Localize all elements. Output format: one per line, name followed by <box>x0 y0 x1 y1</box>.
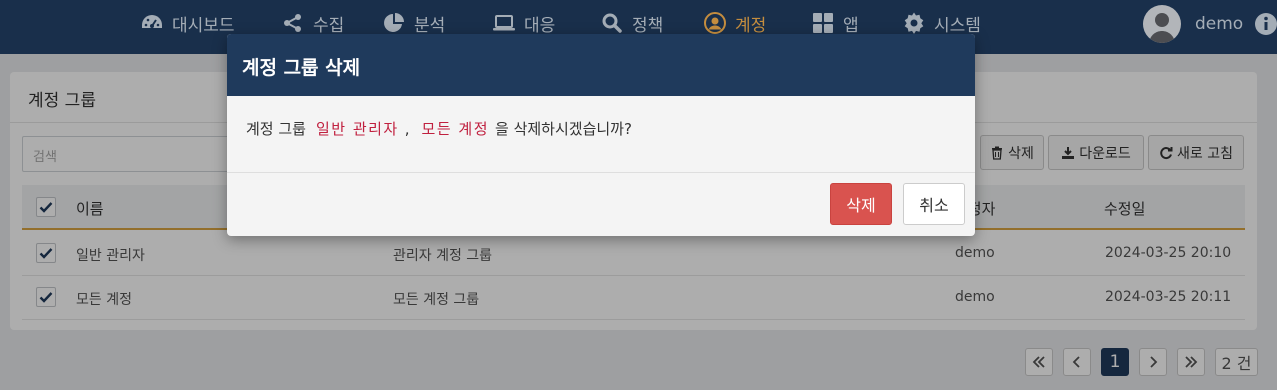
modal-divider <box>227 172 975 173</box>
modal-header: 계정 그룹 삭제 <box>227 34 975 96</box>
message-suffix: 을 삭제하시겠습니까? <box>495 120 632 138</box>
message-separator: , <box>404 120 410 138</box>
message-prefix: 계정 그룹 <box>246 120 306 138</box>
confirm-delete-button[interactable]: 삭제 <box>830 183 892 225</box>
modal-message: 계정 그룹 일반 관리자 , 모든 계정 을 삭제하시겠습니까? <box>246 118 632 139</box>
selected-group-1: 일반 관리자 <box>315 120 399 138</box>
selected-group-2: 모든 계정 <box>421 120 489 138</box>
cancel-button[interactable]: 취소 <box>903 183 965 225</box>
delete-account-group-dialog: 계정 그룹 삭제 계정 그룹 일반 관리자 , 모든 계정 을 삭제하시겠습니까… <box>227 34 975 236</box>
modal-title: 계정 그룹 삭제 <box>242 57 361 79</box>
